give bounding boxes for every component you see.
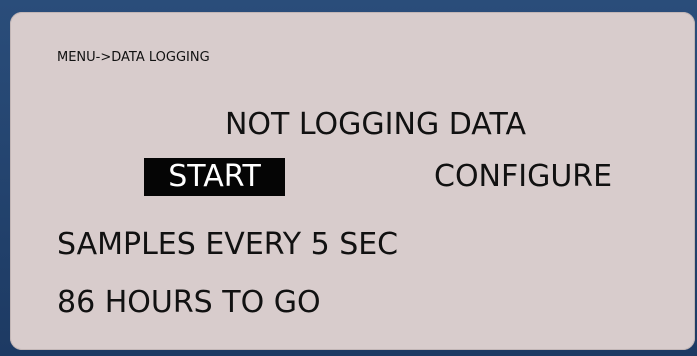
logging-status: NOT LOGGING DATA — [224, 107, 527, 142]
device-frame: MENU->DATA LOGGING NOT LOGGING DATA STAR… — [0, 0, 697, 356]
configure-button[interactable]: CONFIGURE — [434, 158, 612, 196]
time-remaining-text: 86 HOURS TO GO — [57, 285, 321, 320]
sample-interval-text: SAMPLES EVERY 5 SEC — [57, 227, 399, 262]
breadcrumb: MENU->DATA LOGGING — [57, 50, 210, 65]
start-button[interactable]: START — [144, 158, 285, 196]
lcd-screen: MENU->DATA LOGGING NOT LOGGING DATA STAR… — [10, 12, 695, 350]
